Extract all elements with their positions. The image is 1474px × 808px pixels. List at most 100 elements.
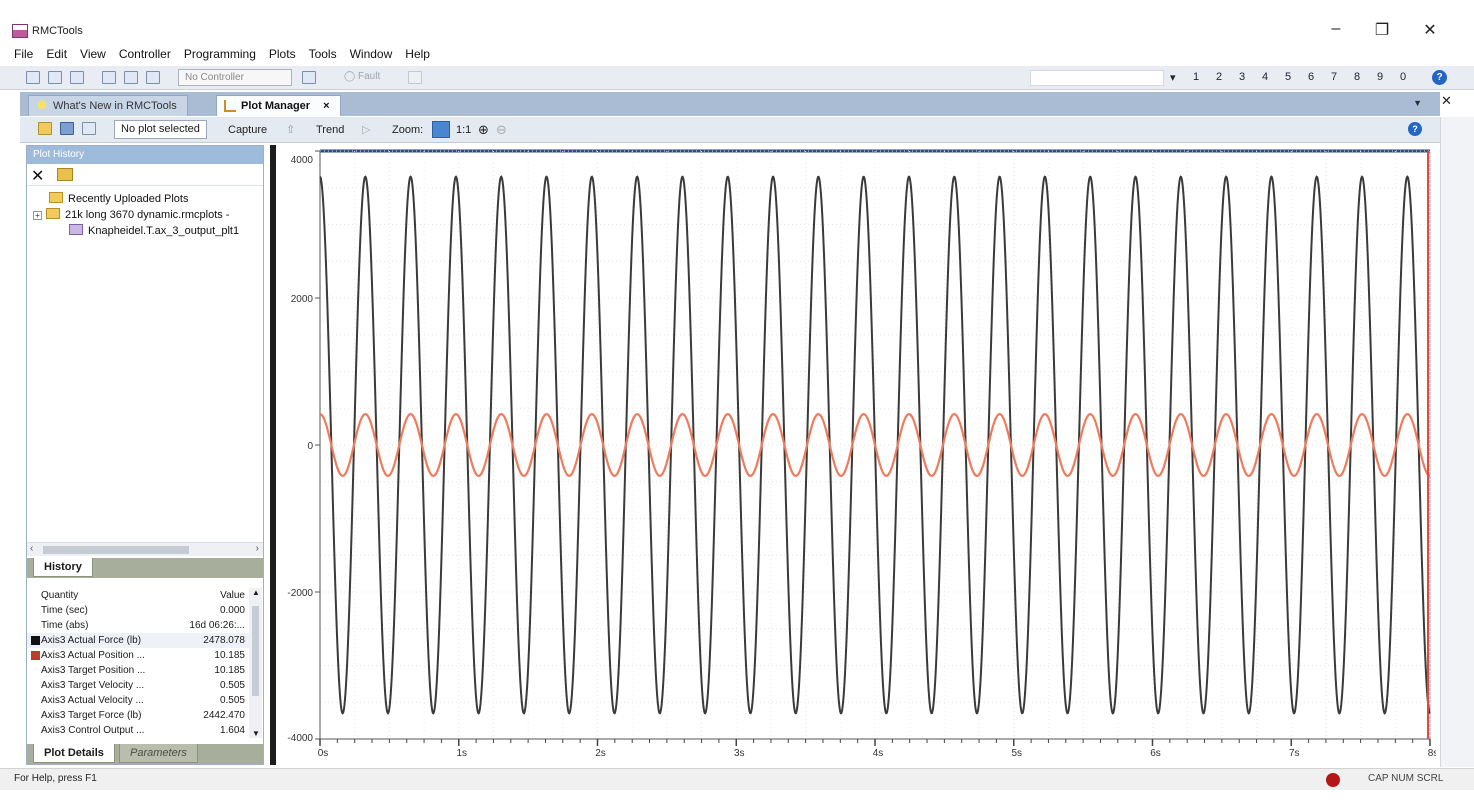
plot-history-header: Plot History <box>27 146 263 164</box>
series-color-swatch[interactable] <box>31 636 40 645</box>
details-value: 0.505 <box>219 680 245 691</box>
details-row[interactable]: Axis3 Target Velocity ... 0.505 <box>27 678 249 693</box>
axis-5-button[interactable]: 5 <box>1285 71 1308 84</box>
axis-3-button[interactable]: 3 <box>1239 71 1262 84</box>
zoom-1to1-button[interactable]: 1:1 <box>456 121 471 139</box>
axis-4-button[interactable]: 4 <box>1262 71 1285 84</box>
scroll-up-icon[interactable]: ▲ <box>252 588 260 597</box>
capture-button[interactable]: Capture <box>228 121 267 139</box>
plot-selection-field[interactable]: No plot selected <box>114 120 207 139</box>
scroll-thumb[interactable] <box>252 606 259 696</box>
close-document-icon[interactable]: ✕ <box>1441 93 1452 109</box>
controller-select[interactable]: No Controller <box>178 69 292 86</box>
trend-arrow-icon[interactable]: ▷ <box>362 121 370 139</box>
details-value: 0.000 <box>219 605 245 616</box>
new-file-icon[interactable] <box>26 71 40 84</box>
save-icon[interactable] <box>70 71 84 84</box>
axis-dropdown-icon[interactable]: ▾ <box>1170 71 1193 84</box>
details-row[interactable]: Axis3 Actual Velocity ... 0.505 <box>27 693 249 708</box>
details-row[interactable]: Axis3 Actual Force (lb) 2478.078 <box>27 633 249 648</box>
menu-bar: File Edit View Controller Programming Pl… <box>0 44 443 64</box>
close-button[interactable]: ✕ <box>1410 20 1450 40</box>
copy-icon[interactable] <box>124 71 138 84</box>
scroll-left-icon[interactable]: ‹ <box>30 543 33 554</box>
save-plot-icon[interactable] <box>60 122 74 135</box>
details-row[interactable]: Axis3 Target Force (lb) 2442.470 <box>27 708 249 723</box>
capture-arrow-icon[interactable]: ⇧ <box>286 121 295 139</box>
tree-item-plot-output[interactable]: Knapheidel.T.ax_3_output_plt1 <box>69 224 239 237</box>
menu-file[interactable]: File <box>14 44 33 64</box>
fault-label: Fault <box>357 71 381 82</box>
open-plot-icon[interactable] <box>38 122 52 135</box>
tab-history[interactable]: History <box>33 558 93 577</box>
status-bar: For Help, press F1 CAP NUM SCRL <box>0 768 1474 790</box>
details-quantity: Axis3 Target Force (lb) <box>41 710 142 721</box>
axis-0-button[interactable]: 0 <box>1400 71 1423 84</box>
status-key-indicators: CAP NUM SCRL <box>1368 773 1444 784</box>
tab-close-icon[interactable]: × <box>323 100 329 112</box>
axis-8-button[interactable]: 8 <box>1354 71 1377 84</box>
zoom-in-icon[interactable]: ⊕ <box>478 121 489 139</box>
menu-help[interactable]: Help <box>405 44 430 64</box>
details-row[interactable]: Axis3 Actual Position ... 10.185 <box>27 648 249 663</box>
minimize-button[interactable]: – <box>1316 20 1356 38</box>
paste-icon[interactable] <box>146 71 160 84</box>
fault-indicator[interactable]: ◯ Fault <box>344 71 380 82</box>
tab-whats-new-label: What's New in RMCTools <box>53 100 177 112</box>
open-folder-icon[interactable] <box>57 168 73 181</box>
history-horizontal-scrollbar[interactable]: ‹ › <box>27 542 263 556</box>
trend-button[interactable]: Trend <box>316 121 344 139</box>
details-row[interactable]: Axis3 Target Position ... 10.185 <box>27 663 249 678</box>
details-row[interactable]: Time (abs) 16d 06:26:... <box>27 618 249 633</box>
toolbar-search-field[interactable] <box>1030 70 1164 86</box>
scroll-thumb[interactable] <box>43 546 189 554</box>
cut-icon[interactable] <box>102 71 116 84</box>
tree-expander-icon[interactable]: + <box>33 211 42 220</box>
controller-connect-icon[interactable] <box>302 71 316 84</box>
tree-item-recent-plots[interactable]: Recently Uploaded Plots <box>49 192 188 205</box>
plot-area[interactable]: 4000 2000 0 -2000 -4000 0s 1s 2s 3s 4s 5s 6s 7s 8s <box>276 145 1438 765</box>
menu-edit[interactable]: Edit <box>46 44 67 64</box>
details-quantity: Axis3 Control Output ... <box>41 725 145 736</box>
details-quantity: Axis3 Actual Force (lb) <box>41 635 142 646</box>
help-icon[interactable]: ? <box>1432 70 1447 85</box>
record-indicator-icon <box>1326 773 1340 787</box>
zoom-fit-icon[interactable] <box>432 121 450 138</box>
zoom-out-icon[interactable]: ⊖ <box>496 121 507 139</box>
axis-6-button[interactable]: 6 <box>1308 71 1331 84</box>
menu-window[interactable]: Window <box>350 44 393 64</box>
tree-item-plot-file[interactable]: +21k long 3670 dynamic.rmcplots - <box>33 208 229 221</box>
lightbulb-icon <box>36 100 48 112</box>
tab-list-dropdown-icon[interactable]: ▼ <box>1413 98 1422 108</box>
axis-number-selector: ▾ 1 2 3 4 5 6 7 8 9 0 <box>1170 71 1423 84</box>
new-project-icon[interactable] <box>48 71 62 84</box>
tab-whats-new[interactable]: What's New in RMCTools <box>28 95 188 116</box>
axis-9-button[interactable]: 9 <box>1377 71 1400 84</box>
menu-tools[interactable]: Tools <box>309 44 337 64</box>
menu-programming[interactable]: Programming <box>184 44 256 64</box>
details-vertical-scrollbar[interactable]: ▲ ▼ <box>249 588 262 738</box>
delete-plot-icon[interactable]: ✕ <box>31 166 44 186</box>
plot-help-icon[interactable]: ? <box>1408 122 1422 136</box>
series-color-swatch[interactable] <box>31 651 40 660</box>
scroll-down-icon[interactable]: ▼ <box>252 729 260 738</box>
plot-chart[interactable]: 4000 2000 0 -2000 -4000 0s 1s 2s 3s 4s 5s 6s 7s 8s <box>276 145 1438 765</box>
details-row[interactable]: Axis3 Control Output ... 1.604 <box>27 723 249 738</box>
tab-plot-details[interactable]: Plot Details <box>33 744 115 763</box>
details-value: 10.185 <box>214 665 245 676</box>
axis-2-button[interactable]: 2 <box>1216 71 1239 84</box>
tab-parameters[interactable]: Parameters <box>119 744 198 763</box>
menu-view[interactable]: View <box>80 44 106 64</box>
menu-controller[interactable]: Controller <box>119 44 171 64</box>
details-quantity: Axis3 Target Velocity ... <box>41 680 145 691</box>
tool-icon[interactable] <box>408 71 422 84</box>
axis-1-button[interactable]: 1 <box>1193 71 1216 84</box>
export-plot-icon[interactable] <box>82 122 96 135</box>
details-row[interactable]: Time (sec) 0.000 <box>27 603 249 618</box>
axis-7-button[interactable]: 7 <box>1331 71 1354 84</box>
tab-plot-manager[interactable]: Plot Manager × <box>216 95 341 116</box>
menu-plots[interactable]: Plots <box>269 44 296 64</box>
scroll-right-icon[interactable]: › <box>256 543 259 554</box>
history-tabbar: History <box>27 558 263 578</box>
maximize-button[interactable]: ❐ <box>1362 20 1402 40</box>
